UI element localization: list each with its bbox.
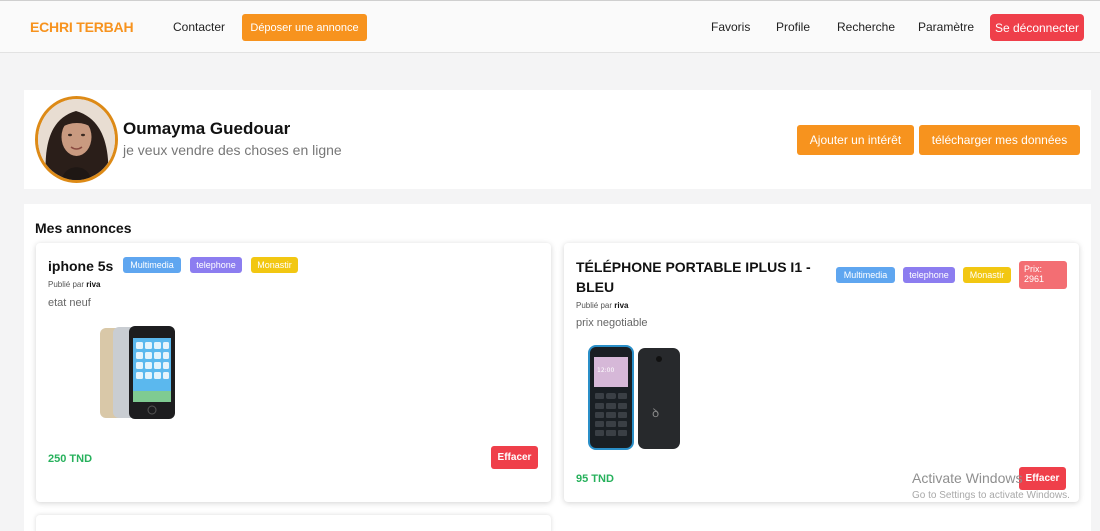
category-badge: Multimedia bbox=[123, 257, 181, 273]
download-data-button[interactable]: télécharger mes données bbox=[919, 125, 1080, 155]
profile-name: Oumayma Guedouar bbox=[123, 119, 291, 138]
ad-card-iplus[interactable]: TÉLÉPHONE PORTABLE IPLUS I1 - BLEU Multi… bbox=[564, 243, 1079, 502]
svg-text:ꝺ: ꝺ bbox=[652, 406, 659, 420]
delete-ad-button[interactable]: Effacer bbox=[1019, 467, 1066, 490]
ad-card-partial[interactable] bbox=[36, 515, 551, 531]
posted-by-label: Publié par bbox=[576, 301, 613, 310]
brand-logo[interactable]: ECHRI TERBAH bbox=[30, 19, 134, 35]
logout-button[interactable]: Se déconnecter bbox=[990, 14, 1084, 41]
author-name[interactable]: riva bbox=[86, 280, 100, 289]
delete-ad-button[interactable]: Effacer bbox=[491, 446, 538, 469]
nav-favorites-link[interactable]: Favoris bbox=[711, 20, 750, 34]
category-badge: Multimedia bbox=[836, 267, 895, 283]
posted-by-label: Publié par bbox=[48, 280, 85, 289]
ad-title[interactable]: TÉLÉPHONE PORTABLE IPLUS I1 - BLEU bbox=[576, 257, 826, 297]
ad-card-iphone[interactable]: iphone 5s Multimedia telephone Monastir … bbox=[36, 243, 551, 502]
posted-by: Publié par riva bbox=[576, 301, 629, 310]
profile-bio: je veux vendre des choses en ligne bbox=[123, 142, 342, 158]
nav-settings-link[interactable]: Paramètre bbox=[918, 20, 974, 34]
subcategory-badge: telephone bbox=[903, 267, 955, 283]
location-badge: Monastir bbox=[963, 267, 1011, 283]
activate-windows-watermark: Activate Windows bbox=[912, 470, 1023, 486]
product-image-iphone bbox=[100, 326, 175, 419]
price-badge: Prix: 2961 bbox=[1019, 261, 1067, 289]
profile-card: Oumayma Guedouar je veux vendre des chos… bbox=[24, 90, 1091, 189]
location-badge: Monastir bbox=[251, 257, 298, 273]
nav-profile-link[interactable]: Profile bbox=[776, 20, 810, 34]
add-interest-button[interactable]: Ajouter un intérêt bbox=[797, 125, 914, 155]
post-ad-button[interactable]: Déposer une annonce bbox=[242, 14, 367, 41]
author-name[interactable]: riva bbox=[614, 301, 628, 310]
activate-windows-hint: Go to Settings to activate Windows. bbox=[912, 490, 1070, 501]
subcategory-badge: telephone bbox=[190, 257, 242, 273]
ad-title[interactable]: iphone 5s bbox=[48, 258, 113, 274]
nav-search-link[interactable]: Recherche bbox=[837, 20, 895, 34]
avatar bbox=[35, 96, 118, 183]
ad-description: etat neuf bbox=[48, 297, 91, 309]
ad-price: 250 TND bbox=[48, 453, 93, 465]
nav-contact-link[interactable]: Contacter bbox=[173, 20, 225, 34]
section-title: Mes annonces bbox=[35, 220, 132, 236]
top-navbar: ECHRI TERBAH Contacter Déposer une annon… bbox=[0, 0, 1100, 53]
posted-by: Publié par riva bbox=[48, 280, 101, 289]
product-image-iplus: 12:00 ꝺ bbox=[588, 345, 680, 450]
ad-price: 95 TND bbox=[576, 473, 614, 485]
ad-description: prix negotiable bbox=[576, 317, 648, 329]
svg-text:12:00: 12:00 bbox=[597, 367, 614, 374]
